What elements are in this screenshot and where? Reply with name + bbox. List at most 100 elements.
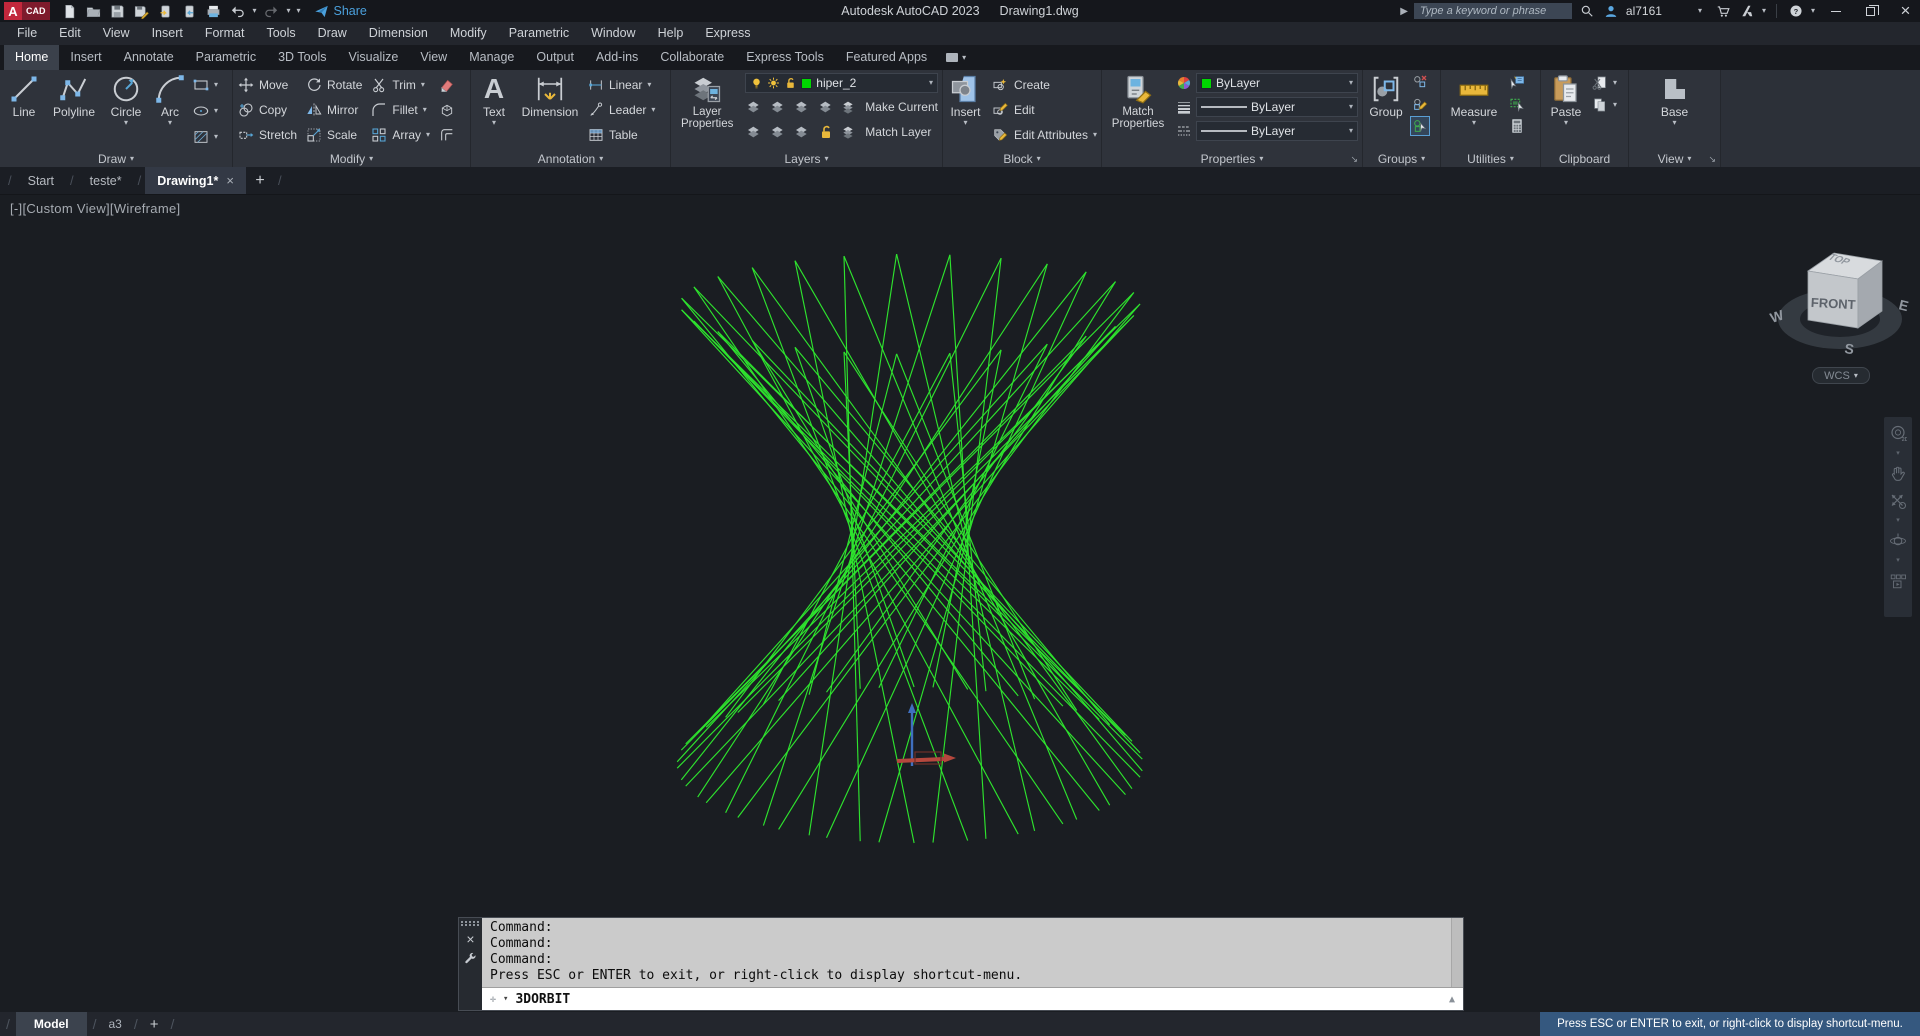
arc-button[interactable]: Arc ▾: [152, 72, 188, 150]
linear-dropdown[interactable]: ▾: [647, 80, 651, 89]
linetype-combo[interactable]: ByLayer ▾: [1196, 121, 1358, 141]
autodesk-app-icon[interactable]: [1738, 2, 1756, 20]
layer-thaw-icon[interactable]: [767, 77, 780, 90]
menu-item[interactable]: Parametric: [498, 22, 580, 45]
panel-label-layers[interactable]: Layers ▾: [671, 150, 942, 167]
command-close-icon[interactable]: ×: [466, 932, 474, 946]
menu-item[interactable]: File: [6, 22, 48, 45]
make-current-button[interactable]: Make Current: [865, 100, 938, 114]
layer-unlock-icon[interactable]: [784, 77, 797, 90]
menu-item[interactable]: Draw: [307, 22, 358, 45]
panel-label-draw[interactable]: Draw ▾: [0, 150, 232, 167]
explode-button[interactable]: [438, 101, 455, 118]
panel-label-modify[interactable]: Modify ▾: [233, 150, 470, 167]
layer-off-button[interactable]: [745, 123, 762, 140]
ribbon-tab[interactable]: Visualize: [338, 45, 410, 70]
array-button[interactable]: Array ▾: [370, 122, 430, 147]
panel-label-annotation[interactable]: Annotation ▾: [471, 150, 670, 167]
match-properties-button[interactable]: Match Properties: [1106, 72, 1170, 150]
menu-item[interactable]: Dimension: [358, 22, 439, 45]
wcs-menu-button[interactable]: WCS ▾: [1812, 367, 1870, 384]
move-button[interactable]: Move: [237, 72, 297, 97]
create-block-button[interactable]: Create: [992, 72, 1097, 97]
command-expand-icon[interactable]: ▲: [1449, 994, 1455, 1005]
cut-dropdown[interactable]: ▾: [1613, 79, 1617, 87]
erase-button[interactable]: [438, 76, 455, 93]
ribbon-tab[interactable]: Add-ins: [585, 45, 649, 70]
stretch-button[interactable]: Stretch: [237, 122, 297, 147]
plot-button[interactable]: [202, 1, 226, 21]
ribbon-tab[interactable]: View: [409, 45, 458, 70]
menu-item[interactable]: Modify: [439, 22, 498, 45]
command-history[interactable]: Command: Command: Command: Press ESC or ENT…: [482, 918, 1463, 987]
menu-item[interactable]: Insert: [141, 22, 194, 45]
ribbon-tab[interactable]: Manage: [458, 45, 525, 70]
search-icon[interactable]: [1578, 2, 1596, 20]
dimension-button[interactable]: Dimension: [519, 72, 581, 150]
command-customize-icon[interactable]: [464, 952, 477, 968]
layer-select-combo[interactable]: hiper_2 ▾: [745, 73, 938, 93]
menu-item[interactable]: Help: [647, 22, 695, 45]
hatch-dropdown[interactable]: ▾: [214, 132, 218, 141]
trim-dropdown[interactable]: ▾: [421, 80, 425, 89]
layer-restore-button[interactable]: [769, 123, 786, 140]
ribbon-tab[interactable]: Home: [4, 45, 60, 70]
ribbon-tab[interactable]: Output: [525, 45, 585, 70]
layer-combo-dropdown[interactable]: ▾: [929, 79, 933, 87]
undo-dropdown[interactable]: ▾: [250, 7, 260, 15]
match-layer-button[interactable]: Match Layer: [865, 125, 931, 139]
open-button[interactable]: [82, 1, 106, 21]
ribbon-tab[interactable]: Parametric: [185, 45, 267, 70]
command-window[interactable]: × Command: Command: Command: Press ESC or E…: [458, 917, 1464, 1011]
layout-tab-a3[interactable]: a3: [102, 1017, 127, 1031]
ribbon-tab[interactable]: Featured Apps: [835, 45, 938, 70]
customize-quick-access-button[interactable]: ▾: [294, 7, 304, 15]
file-tab-start[interactable]: Start: [16, 167, 66, 194]
username[interactable]: al7161: [1626, 4, 1662, 18]
command-window-grip[interactable]: ×: [459, 918, 482, 1010]
search-expand-arrow[interactable]: ▶: [1400, 6, 1408, 17]
panel-label-view[interactable]: View ▾ ↘: [1629, 150, 1720, 167]
ellipse-button[interactable]: [192, 102, 209, 119]
rotate-button[interactable]: Rotate: [305, 72, 362, 97]
edit-block-button[interactable]: Edit: [992, 97, 1097, 122]
copy-button[interactable]: Copy: [237, 97, 297, 122]
table-button[interactable]: Table: [587, 122, 655, 147]
share-button[interactable]: Share: [314, 4, 367, 19]
copy-clip-button[interactable]: [1591, 97, 1608, 114]
new-layout-button[interactable]: +: [144, 1016, 165, 1033]
menu-item[interactable]: Edit: [48, 22, 92, 45]
command-input[interactable]: ✛ ▾ 3DORBIT ▲: [482, 987, 1463, 1010]
layer-color-swatch[interactable]: [801, 77, 813, 89]
layer-unlock-button[interactable]: [817, 123, 834, 140]
insert-block-button[interactable]: Insert ▾: [947, 72, 984, 150]
quick-select-button[interactable]: [1507, 72, 1527, 92]
mirror-button[interactable]: Mirror: [305, 97, 362, 122]
menu-item[interactable]: Express: [694, 22, 761, 45]
paste-button[interactable]: Paste ▾: [1545, 72, 1587, 150]
trim-button[interactable]: Trim ▾: [370, 72, 430, 97]
help-search-input[interactable]: [1413, 3, 1572, 19]
calculator-button[interactable]: [1507, 116, 1527, 136]
group-selection-toggle[interactable]: [1410, 116, 1430, 136]
polyline-button[interactable]: Polyline: [48, 72, 100, 150]
file-tab-teste[interactable]: teste*: [78, 167, 134, 194]
model-tab[interactable]: Model: [15, 1012, 87, 1036]
redo-dropdown[interactable]: ▾: [284, 7, 294, 15]
panel-label-utilities[interactable]: Utilities ▾: [1441, 150, 1540, 167]
rectangle-button[interactable]: [192, 76, 209, 93]
fillet-button[interactable]: Fillet ▾: [370, 97, 430, 122]
ribbon-tab[interactable]: Collaborate: [649, 45, 735, 70]
drag-handle-icon[interactable]: [461, 921, 480, 926]
new-drawing-button[interactable]: [58, 1, 82, 21]
layer-lock-button[interactable]: [817, 98, 834, 115]
app-store-cart-icon[interactable]: [1714, 2, 1732, 20]
layer-properties-button[interactable]: Layer Properties: [675, 72, 739, 150]
ribbon-tab[interactable]: Insert: [59, 45, 112, 70]
circle-button[interactable]: Circle ▾: [104, 72, 148, 150]
leader-button[interactable]: Leader ▾: [587, 97, 655, 122]
ribbon-tab[interactable]: Annotate: [113, 45, 185, 70]
autodesk-app-dropdown[interactable]: ▾: [1762, 7, 1766, 15]
menu-item[interactable]: Format: [194, 22, 256, 45]
viewcube[interactable]: W S E FRONT TOP: [1756, 231, 1920, 381]
